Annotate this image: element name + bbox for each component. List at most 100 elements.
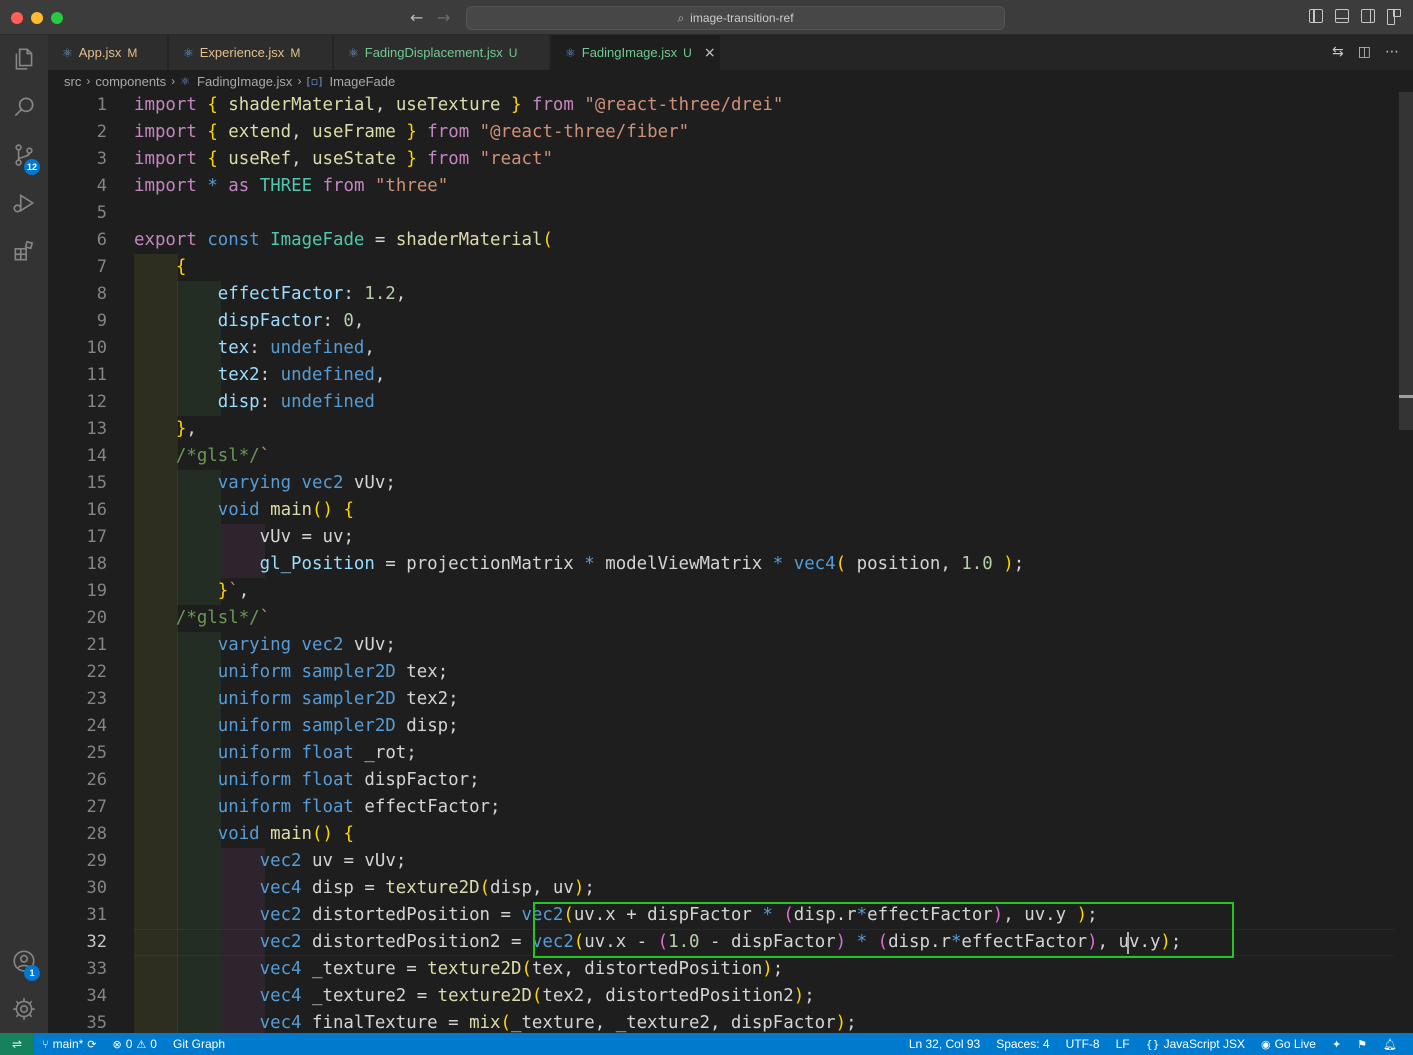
split-editor-icon[interactable]: ◫ <box>1358 44 1371 60</box>
code-line[interactable]: gl_Position = projectionMatrix * modelVi… <box>134 551 1025 578</box>
chevron-right-icon: › <box>86 74 91 88</box>
line-number: 35 <box>86 1013 107 1033</box>
copilot-icon[interactable]: ✦ <box>1324 1038 1349 1051</box>
code-line[interactable]: void main() { <box>134 497 354 524</box>
tab-status: M <box>290 45 301 60</box>
tab-fadingimage-jsx[interactable]: ⚛ FadingImage.jsx U × <box>551 35 721 70</box>
code-line[interactable]: uniform sampler2D tex; <box>134 659 448 686</box>
line-number: 31 <box>86 905 107 925</box>
tab-label: App.jsx <box>78 45 122 60</box>
code-line[interactable]: uniform float effectFactor; <box>134 794 501 821</box>
go-live-button[interactable]: ◉ Go Live <box>1253 1037 1324 1051</box>
symbol-variable-icon: [▫] <box>306 74 323 88</box>
command-center-search[interactable]: ⌕ image-transition-ref <box>466 6 1005 30</box>
line-number: 4 <box>96 176 107 196</box>
end-of-line[interactable]: LF <box>1108 1037 1138 1051</box>
breadcrumb-src[interactable]: src <box>64 74 81 89</box>
tab-fadingdisplacement-jsx[interactable]: ⚛ FadingDisplacement.jsx U <box>334 35 550 70</box>
feedback-icon[interactable]: ⚑ <box>1349 1038 1375 1051</box>
code-line[interactable]: import { shaderMaterial, useTexture } fr… <box>134 92 783 119</box>
remote-icon[interactable]: ⇌ <box>0 1033 34 1055</box>
code-line[interactable]: import * as THREE from "three" <box>134 173 448 200</box>
tab-experience-jsx[interactable]: ⚛ Experience.jsx M <box>169 35 333 70</box>
language-mode[interactable]: {} JavaScript JSX <box>1138 1037 1253 1051</box>
extensions-icon[interactable] <box>0 227 48 275</box>
code-line[interactable]: uniform float _rot; <box>134 740 417 767</box>
explorer-icon[interactable] <box>0 35 48 83</box>
bell-icon[interactable]: 🔔︎ <box>1375 1038 1405 1051</box>
toggle-primary-sidebar-icon[interactable] <box>1309 9 1323 23</box>
tab-label: FadingDisplacement.jsx <box>364 45 503 60</box>
code-line[interactable]: varying vec2 vUv; <box>134 470 396 497</box>
git-graph-button[interactable]: Git Graph <box>165 1037 233 1051</box>
line-number: 14 <box>86 446 107 466</box>
accounts-icon[interactable]: 1 <box>0 937 48 985</box>
encoding[interactable]: UTF-8 <box>1058 1037 1108 1051</box>
source-control-icon[interactable]: 12 <box>0 131 48 179</box>
sync-icon[interactable]: ⟳ <box>87 1038 96 1051</box>
problems-status[interactable]: ⊗ 0 ⚠ 0 <box>105 1037 165 1051</box>
close-window-button[interactable] <box>11 12 23 24</box>
tab-status: M <box>127 45 138 60</box>
error-count: 0 <box>125 1037 133 1051</box>
react-file-icon: ⚛ <box>348 45 359 60</box>
code-line[interactable]: }, <box>134 416 197 443</box>
minimize-window-button[interactable] <box>31 12 43 24</box>
code-line[interactable]: void main() { <box>134 821 354 848</box>
line-number: 33 <box>86 959 107 979</box>
code-line[interactable]: vec4 _texture = texture2D(tex, distorted… <box>134 956 784 983</box>
title-bar: ← → ⌕ image-transition-ref <box>0 0 1413 35</box>
cursor-position[interactable]: Ln 32, Col 93 <box>901 1037 988 1051</box>
code-line[interactable]: vec4 finalTexture = mix(_texture, _textu… <box>134 1010 857 1033</box>
line-number: 21 <box>86 635 107 655</box>
code-editor[interactable]: 1 2 3 4 5 6 7 8 9 10 11 12 13 14 15 16 17 18 19 20 21 22 23 24 2… <box>48 92 1413 1033</box>
toggle-panel-icon[interactable] <box>1335 9 1349 23</box>
code-line[interactable]: import { extend, useFrame } from "@react… <box>134 119 689 146</box>
code-area[interactable]: import { shaderMaterial, useTexture } fr… <box>134 92 1394 1033</box>
open-changes-icon[interactable]: ⇆ <box>1332 44 1344 60</box>
tab-app-jsx[interactable]: ⚛ App.jsx M <box>48 35 168 70</box>
code-line[interactable]: /*glsl*/` <box>134 443 270 470</box>
toggle-secondary-sidebar-icon[interactable] <box>1361 9 1375 23</box>
branch-status[interactable]: ⑂ main* ⟳ <box>34 1037 105 1051</box>
line-number: 22 <box>86 662 107 682</box>
breadcrumb-symbol[interactable]: ImageFade <box>329 74 395 89</box>
maximize-window-button[interactable] <box>51 12 63 24</box>
code-line[interactable]: }`, <box>134 578 249 605</box>
code-line[interactable]: export const ImageFade = shaderMaterial( <box>134 227 553 254</box>
search-icon[interactable] <box>0 83 48 131</box>
code-line[interactable]: dispFactor: 0, <box>134 308 365 335</box>
annotation-highlight-box <box>533 902 1234 958</box>
code-line[interactable]: /*glsl*/` <box>134 605 270 632</box>
code-line[interactable]: tex: undefined, <box>134 335 375 362</box>
code-line[interactable]: varying vec2 vUv; <box>134 632 396 659</box>
code-line[interactable]: effectFactor: 1.2, <box>134 281 407 308</box>
run-debug-icon[interactable] <box>0 179 48 227</box>
line-number: 11 <box>86 365 107 385</box>
line-number: 24 <box>86 716 107 736</box>
code-line[interactable]: uniform float dispFactor; <box>134 767 480 794</box>
code-line[interactable]: vUv = uv; <box>134 524 354 551</box>
breadcrumb-components[interactable]: components <box>95 74 166 89</box>
breadcrumb-file[interactable]: FadingImage.jsx <box>197 74 292 89</box>
code-line[interactable]: vec2 uv = vUv; <box>134 848 407 875</box>
command-center-label: image-transition-ref <box>690 11 794 25</box>
more-actions-icon[interactable]: ⋯ <box>1385 44 1399 60</box>
code-line[interactable]: uniform sampler2D tex2; <box>134 686 459 713</box>
code-line[interactable]: disp: undefined <box>134 389 375 416</box>
code-line[interactable]: tex2: undefined, <box>134 362 386 389</box>
line-number: 3 <box>96 149 107 169</box>
indentation[interactable]: Spaces: 4 <box>988 1037 1057 1051</box>
vertical-scrollbar[interactable] <box>1399 92 1413 430</box>
code-line[interactable]: import { useRef, useState } from "react" <box>134 146 553 173</box>
code-line[interactable]: vec4 disp = texture2D(disp, uv); <box>134 875 595 902</box>
code-line[interactable]: uniform sampler2D disp; <box>134 713 459 740</box>
line-number: 19 <box>86 581 107 601</box>
back-arrow-icon[interactable]: ← <box>410 8 423 27</box>
customize-layout-icon[interactable] <box>1387 9 1401 25</box>
manage-gear-icon[interactable] <box>0 985 48 1033</box>
code-line[interactable]: vec4 _texture2 = texture2D(tex2, distort… <box>134 983 815 1010</box>
forward-arrow-icon[interactable]: → <box>437 8 450 27</box>
code-line[interactable]: { <box>134 254 186 281</box>
close-icon[interactable]: × <box>704 45 716 61</box>
